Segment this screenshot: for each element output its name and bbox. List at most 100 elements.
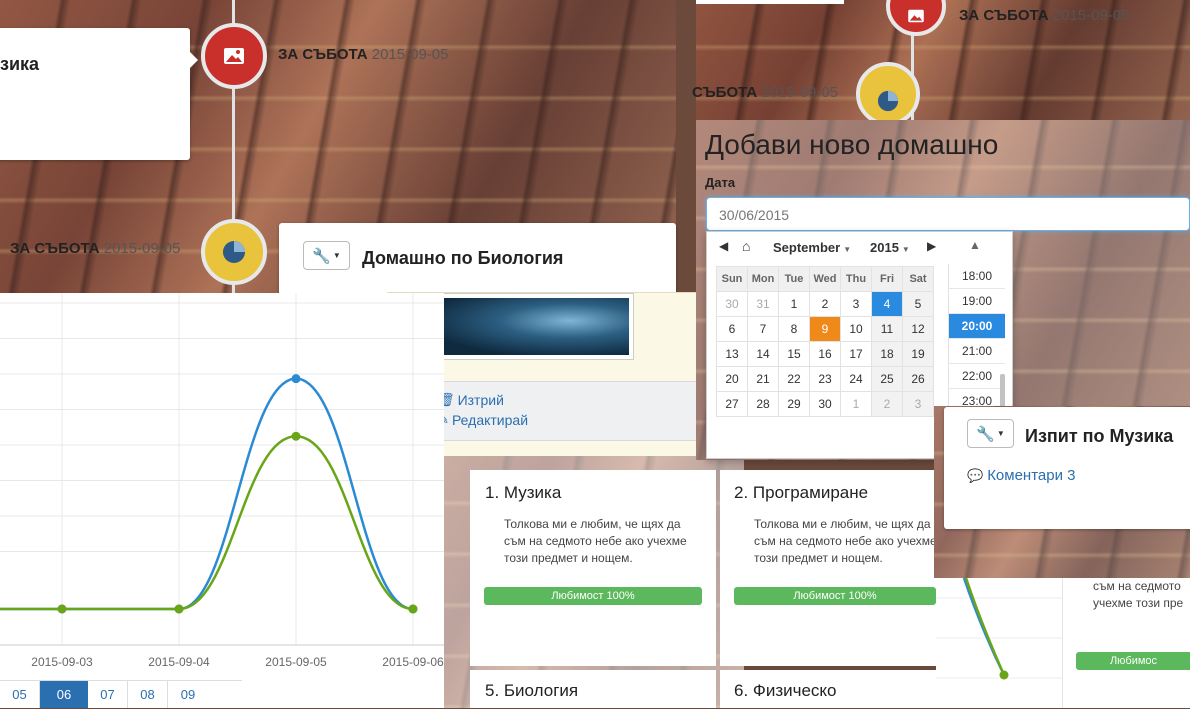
actions-dropdown-button[interactable]: 🔧 ▼: [303, 241, 350, 270]
month-select[interactable]: September ▼: [773, 240, 851, 255]
homework-title: Домашно по Биология: [362, 248, 564, 268]
calendar-day[interactable]: 15: [778, 341, 810, 367]
next-month-icon[interactable]: ▶: [927, 239, 936, 253]
x-tick-label: 2015-09-06: [382, 655, 444, 669]
weekday-header: Fri: [871, 266, 903, 292]
delete-action[interactable]: ● 🗑 Изтрий: [426, 390, 704, 410]
x-tick-label: 2015-09-03: [31, 655, 93, 669]
page-link[interactable]: 09: [168, 681, 208, 708]
prev-month-icon[interactable]: ◀: [719, 239, 728, 253]
weekday-header: Thu: [840, 266, 872, 292]
calendar-day[interactable]: 27: [716, 391, 748, 417]
calendar-day[interactable]: 25: [871, 366, 903, 392]
subject-description: Толкова ми е любим, че щях да съм на сед…: [754, 517, 937, 565]
calendar-day[interactable]: 5: [902, 291, 934, 317]
timeline-date-value: 2015-09-05: [1052, 7, 1130, 24]
calendar-day[interactable]: 7: [747, 316, 779, 342]
favorite-progress-bar: Любимост 100%: [484, 587, 702, 605]
calendar-day[interactable]: 12: [902, 316, 934, 342]
calendar-day[interactable]: 1: [840, 391, 872, 417]
pagination: 05 06 07 08 09: [0, 680, 242, 708]
calendar-day[interactable]: 20: [716, 366, 748, 392]
data-point: [174, 604, 184, 614]
calendar-day[interactable]: 23: [809, 366, 841, 392]
calendar-day[interactable]: 18: [871, 341, 903, 367]
calendar-day[interactable]: 3: [902, 391, 934, 417]
calendar-day[interactable]: 14: [747, 341, 779, 367]
edit-link[interactable]: Редактирай: [452, 412, 528, 428]
page-link[interactable]: 08: [128, 681, 168, 708]
year-value: 2015: [870, 240, 899, 255]
data-point: [999, 670, 1009, 680]
delete-link[interactable]: Изтрий: [458, 392, 504, 408]
favorite-progress-bar: Любимост 100%: [734, 587, 936, 605]
timeline-date-value: 2015-09-05: [371, 46, 449, 63]
timeline-date: ЗА СЪБОТА 2015-09-05: [278, 46, 448, 63]
actions-list: ● 🗑 Изтрий ● ✎ Редактирай: [415, 381, 715, 441]
calendar-day-today[interactable]: 9: [809, 316, 841, 342]
subject-title: 1. Музика: [485, 483, 562, 502]
page-link-active[interactable]: 06: [40, 681, 88, 708]
pie-chart-icon: [223, 241, 245, 263]
calendar-day[interactable]: 19: [902, 341, 934, 367]
calendar-day[interactable]: 31: [747, 291, 779, 317]
calendar-day[interactable]: 3: [840, 291, 872, 317]
subject-description: Толкова ми е любим, че щях да съм на сед…: [504, 517, 687, 565]
calendar-day[interactable]: 29: [778, 391, 810, 417]
comments-text[interactable]: Коментари 3: [987, 467, 1075, 484]
calendar-day[interactable]: 17: [840, 341, 872, 367]
calendar-day[interactable]: 28: [747, 391, 779, 417]
wrench-icon: 🔧: [976, 425, 995, 443]
actions-dropdown-button[interactable]: 🔧 ▼: [967, 419, 1014, 448]
home-icon[interactable]: ⌂: [742, 238, 750, 254]
time-option[interactable]: 22:00: [949, 364, 1005, 389]
edit-action[interactable]: ● ✎ Редактирай: [426, 410, 704, 430]
exam-card: 🔧 ▼ Изпит по Музика 💬 Коментари 3: [944, 407, 1190, 529]
calendar-day[interactable]: 30: [809, 391, 841, 417]
calendar-day[interactable]: 10: [840, 316, 872, 342]
page-link[interactable]: 05: [0, 681, 40, 708]
calendar-day[interactable]: 2: [871, 391, 903, 417]
card-arrow: [190, 52, 198, 68]
data-point: [291, 431, 301, 441]
x-tick-label: 2015-09-04: [148, 655, 210, 669]
pie-chart-icon: [877, 90, 899, 112]
chart-fragment: [936, 578, 1062, 708]
subject-title: 5. Биология: [485, 681, 579, 700]
caret-down-icon: ▼: [996, 429, 1005, 438]
calendar-grid: Sun Mon Tue Wed Thu Fri Sat 30 31 1 2 3 4 5 6 7 8 9 10 11 12…: [716, 266, 934, 417]
calendar-day[interactable]: 30: [716, 291, 748, 317]
comment-icon: 💬: [967, 467, 984, 483]
month-value: September: [773, 240, 841, 255]
line-chart: 2015-09-03 2015-09-04 2015-09-05 2015-09-06: [0, 293, 444, 669]
year-select[interactable]: 2015 ▼: [870, 240, 910, 255]
calendar-day[interactable]: 22: [778, 366, 810, 392]
timeline-date: ЗА СЪБОТА 2015-09-05: [10, 240, 180, 257]
comments-link[interactable]: 💬 Коментари 3: [967, 467, 1075, 484]
subject-title: 6. Физическо: [734, 681, 837, 700]
timeline-day: ЗА СЪБОТА: [10, 240, 100, 257]
calendar-day[interactable]: 26: [902, 366, 934, 392]
calendar-day[interactable]: 13: [716, 341, 748, 367]
caret-down-icon: ▼: [332, 251, 341, 260]
date-input[interactable]: 30/06/2015: [706, 197, 1190, 231]
time-scrollbar[interactable]: [1000, 374, 1005, 409]
time-option[interactable]: 19:00: [949, 289, 1005, 314]
calendar-day[interactable]: 8: [778, 316, 810, 342]
calendar-day[interactable]: 1: [778, 291, 810, 317]
favorite-progress-bar: Любимос: [1076, 652, 1190, 670]
calendar-day[interactable]: 2: [809, 291, 841, 317]
calendar-day[interactable]: 24: [840, 366, 872, 392]
calendar-day[interactable]: 11: [871, 316, 903, 342]
time-scroll-up-icon[interactable]: ▲: [969, 238, 981, 252]
timeline-day: СЪБОТА: [692, 84, 758, 101]
time-option-selected[interactable]: 20:00: [949, 314, 1005, 339]
calendar-day[interactable]: 16: [809, 341, 841, 367]
calendar-day-selected[interactable]: 4: [871, 291, 903, 317]
timeline-marker-chart: [201, 219, 267, 285]
time-option[interactable]: 21:00: [949, 339, 1005, 364]
page-link[interactable]: 07: [88, 681, 128, 708]
calendar-day[interactable]: 21: [747, 366, 779, 392]
time-option[interactable]: 18:00: [949, 264, 1005, 289]
calendar-day[interactable]: 6: [716, 316, 748, 342]
